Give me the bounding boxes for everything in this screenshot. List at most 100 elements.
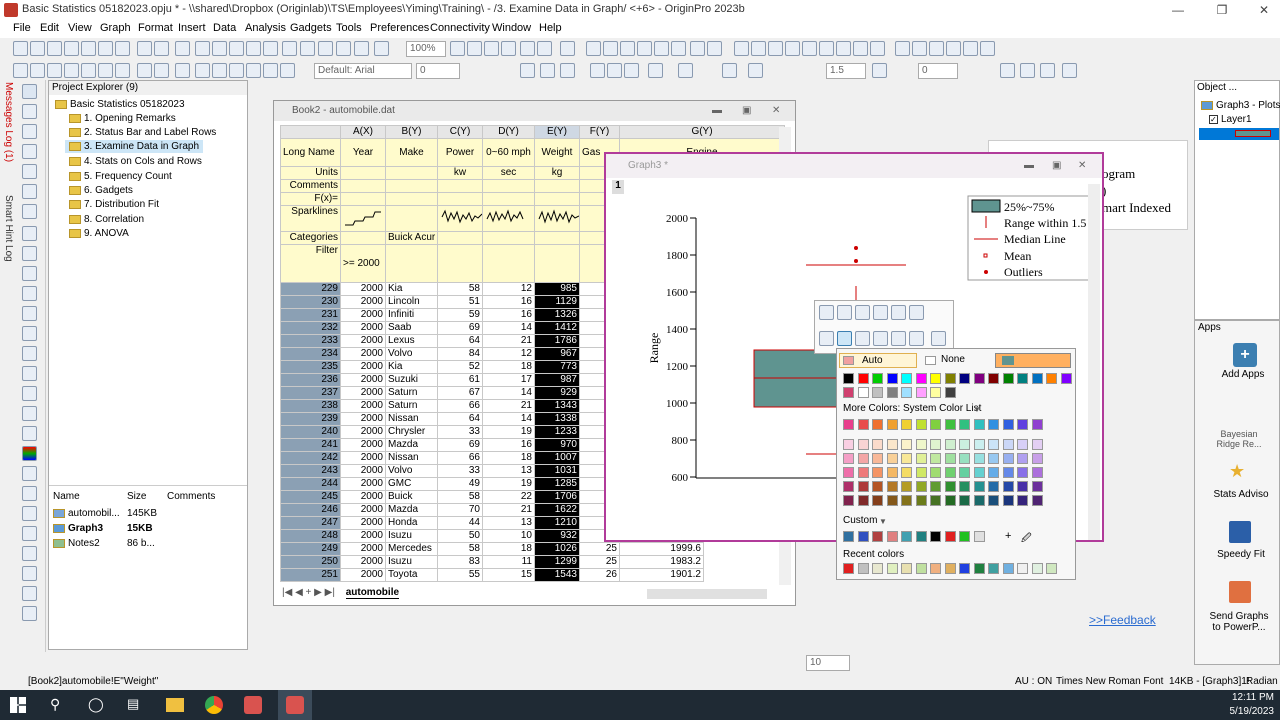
sparkline-cell[interactable] bbox=[340, 205, 386, 232]
file-explorer-icon[interactable] bbox=[166, 698, 184, 712]
comments-cell[interactable] bbox=[482, 179, 535, 193]
color-swatch[interactable] bbox=[886, 439, 898, 450]
color-swatch[interactable] bbox=[886, 467, 898, 478]
table-cell[interactable]: 2000 bbox=[340, 412, 386, 426]
descriptive-icon[interactable] bbox=[785, 41, 800, 56]
menu-insert[interactable]: Insert bbox=[178, 22, 206, 34]
table-cell[interactable]: 2000 bbox=[340, 386, 386, 400]
graph-minimize-button[interactable]: ▬ bbox=[1024, 160, 1034, 171]
table-cell[interactable]: 14 bbox=[482, 386, 535, 400]
row-header[interactable]: 230 bbox=[280, 295, 341, 309]
color-swatch[interactable] bbox=[1031, 481, 1043, 492]
table-cell[interactable]: 1999.6 bbox=[619, 542, 704, 556]
paint-icon[interactable] bbox=[280, 63, 295, 78]
date-time-icon[interactable] bbox=[22, 546, 37, 561]
column-chart-icon[interactable] bbox=[853, 41, 868, 56]
print-icon[interactable] bbox=[300, 41, 315, 56]
sheet-tab[interactable]: automobile bbox=[345, 587, 400, 599]
gear-icon[interactable] bbox=[931, 331, 946, 346]
color-swatch[interactable] bbox=[872, 531, 883, 542]
grid-icon[interactable] bbox=[1020, 63, 1035, 78]
checkbox-icon[interactable]: ✓ bbox=[1209, 115, 1218, 124]
row-header[interactable]: 238 bbox=[280, 399, 341, 413]
menu-graph[interactable]: Graph bbox=[100, 22, 131, 34]
table-cell[interactable]: 16 bbox=[482, 295, 535, 309]
table-cell[interactable]: 84 bbox=[437, 347, 483, 361]
color-swatch[interactable] bbox=[973, 481, 985, 492]
color-swatch[interactable] bbox=[1002, 419, 1014, 430]
table-cell[interactable]: Saab bbox=[385, 321, 438, 335]
table-cell[interactable]: 66 bbox=[437, 451, 483, 465]
color-swatch[interactable] bbox=[1017, 495, 1028, 506]
color-swatch[interactable] bbox=[857, 373, 869, 384]
color-scale-icon[interactable] bbox=[22, 446, 37, 461]
table-cell[interactable]: 2000 bbox=[340, 347, 386, 361]
list-header-name[interactable]: Name bbox=[53, 491, 80, 502]
table-cell[interactable]: 1129 bbox=[534, 295, 580, 309]
color-swatch[interactable] bbox=[1031, 563, 1043, 574]
table-cell[interactable]: 12 bbox=[482, 347, 535, 361]
font-color-icon[interactable] bbox=[678, 63, 693, 78]
table-cell[interactable]: 1338 bbox=[534, 412, 580, 426]
chrome-icon[interactable] bbox=[205, 696, 223, 714]
color-swatch[interactable] bbox=[915, 373, 927, 384]
mini-tool-icon[interactable] bbox=[855, 305, 870, 320]
color-swatch[interactable] bbox=[843, 373, 854, 384]
table-cell[interactable]: 1622 bbox=[534, 503, 580, 517]
send-graphs-icon[interactable] bbox=[1229, 581, 1251, 603]
mini-tool-icon[interactable] bbox=[873, 305, 888, 320]
scale-icon[interactable] bbox=[22, 124, 37, 139]
messages-icon[interactable] bbox=[620, 41, 635, 56]
connector-icon[interactable] bbox=[229, 41, 244, 56]
fx-cell[interactable] bbox=[437, 192, 483, 206]
table-cell[interactable]: 2000 bbox=[340, 282, 386, 296]
row-header[interactable]: 248 bbox=[280, 529, 341, 543]
table-cell[interactable]: Lincoln bbox=[385, 295, 438, 309]
menu-file[interactable]: File bbox=[13, 22, 31, 34]
workbook-minimize-button[interactable]: ▬ bbox=[712, 105, 722, 116]
table-cell[interactable]: Mercedes bbox=[385, 542, 438, 556]
color-swatch[interactable] bbox=[1031, 373, 1043, 384]
surface-icon[interactable] bbox=[98, 63, 113, 78]
cortana-icon[interactable]: ◯ bbox=[88, 696, 104, 713]
data-reader-icon[interactable] bbox=[22, 164, 37, 179]
layer-icon[interactable] bbox=[1040, 63, 1055, 78]
filter-cell[interactable] bbox=[385, 244, 438, 283]
table-cell[interactable]: 1007 bbox=[534, 451, 580, 465]
insert-object-icon[interactable] bbox=[22, 466, 37, 481]
color-swatch[interactable] bbox=[988, 467, 999, 478]
column-header[interactable]: B(Y) bbox=[385, 125, 438, 139]
color-swatch[interactable] bbox=[959, 419, 970, 430]
color-swatch[interactable] bbox=[930, 481, 941, 492]
list-header-size[interactable]: Size bbox=[127, 491, 146, 502]
open-template-icon[interactable] bbox=[154, 41, 169, 56]
color-swatch[interactable] bbox=[915, 453, 927, 464]
color-swatch[interactable] bbox=[959, 439, 970, 450]
color-swatch[interactable] bbox=[901, 439, 912, 450]
label-row-header[interactable]: Sparklines bbox=[280, 205, 341, 232]
table-cell[interactable]: 50 bbox=[437, 529, 483, 543]
color-swatch[interactable] bbox=[872, 481, 883, 492]
maximize-button[interactable]: ❐ bbox=[1212, 2, 1232, 18]
table-cell[interactable]: Nissan bbox=[385, 412, 438, 426]
close-button[interactable]: ✕ bbox=[1254, 2, 1274, 18]
long-name-cell[interactable]: Power bbox=[437, 138, 483, 167]
table-cell[interactable]: 1706 bbox=[534, 490, 580, 504]
table-cell[interactable]: 19 bbox=[482, 477, 535, 491]
color-swatch[interactable] bbox=[901, 563, 912, 574]
color-swatch[interactable] bbox=[944, 481, 956, 492]
color-swatch[interactable] bbox=[886, 373, 898, 384]
color-swatch[interactable] bbox=[930, 419, 941, 430]
table-cell[interactable]: 21 bbox=[482, 503, 535, 517]
table-cell[interactable]: 70 bbox=[437, 503, 483, 517]
zoom-icon[interactable] bbox=[22, 104, 37, 119]
fx-cell[interactable] bbox=[340, 192, 386, 206]
color-swatch[interactable] bbox=[886, 453, 898, 464]
table-cell[interactable]: Volvo bbox=[385, 347, 438, 361]
pattern-icon[interactable] bbox=[1000, 63, 1015, 78]
long-name-cell[interactable]: Year bbox=[340, 138, 386, 167]
table-cell[interactable]: Volvo bbox=[385, 464, 438, 478]
table-cell[interactable]: 66 bbox=[437, 399, 483, 413]
table-cell[interactable]: 15 bbox=[482, 568, 535, 582]
font-size-combo[interactable]: 0 bbox=[416, 63, 460, 79]
